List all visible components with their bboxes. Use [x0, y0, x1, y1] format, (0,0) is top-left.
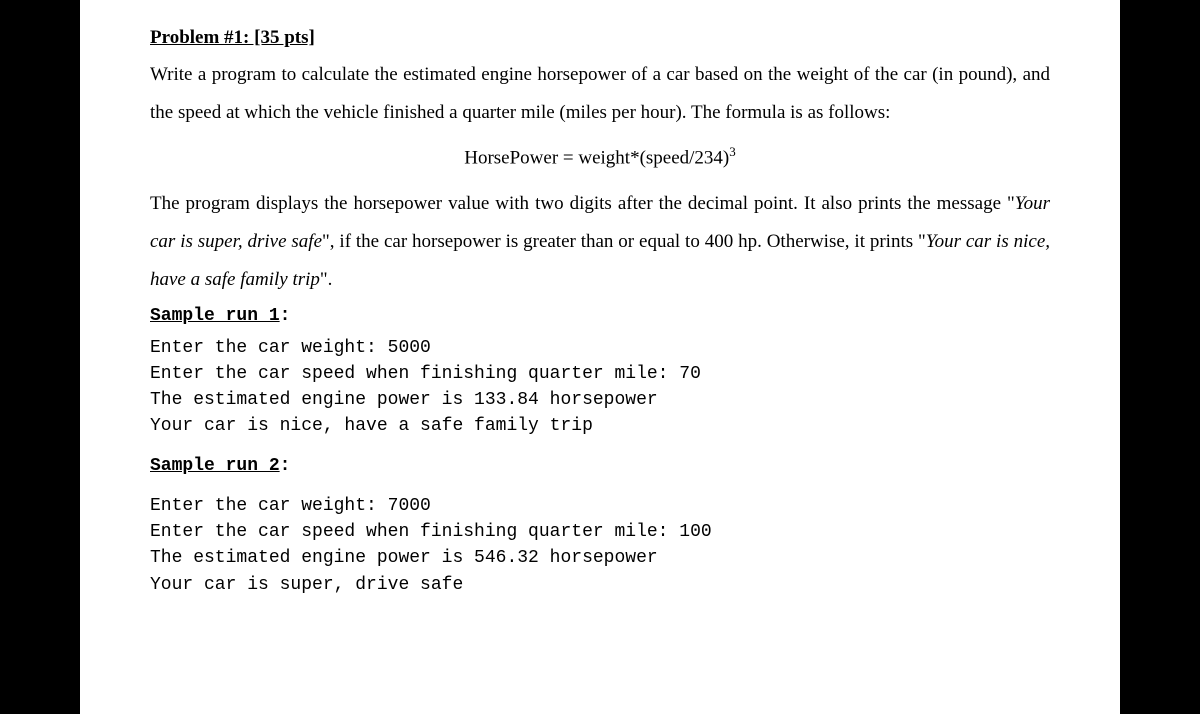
sample-run-2-header: Sample run 2:	[150, 449, 1050, 483]
spacer	[150, 483, 1050, 491]
desc-2c: ".	[320, 269, 333, 290]
sample-2-output: Enter the car weight: 7000 Enter the car…	[150, 493, 1050, 597]
sample-run-1-header: Sample run 1:	[150, 299, 1050, 333]
problem-description-1: Write a program to calculate the estimat…	[150, 56, 1050, 132]
desc-2b: ", if the car horsepower is greater than…	[322, 231, 926, 252]
sample-1-output: Enter the car weight: 5000 Enter the car…	[150, 335, 1050, 439]
formula-text: HorsePower = weight*(speed/234)	[464, 147, 729, 168]
formula: HorsePower = weight*(speed/234)3	[150, 140, 1050, 176]
document-page: Problem #1: [35 pts] Write a program to …	[80, 0, 1120, 714]
sample-2-colon: :	[280, 456, 291, 476]
desc-2a: The program displays the horsepower valu…	[150, 193, 1015, 214]
sample-1-label: Sample run 1	[150, 306, 280, 326]
problem-description-2: The program displays the horsepower valu…	[150, 185, 1050, 299]
sample-2-label: Sample run 2	[150, 456, 280, 476]
problem-title: Problem #1: [35 pts]	[150, 27, 315, 48]
formula-exponent: 3	[729, 144, 736, 159]
sample-1-colon: :	[280, 306, 291, 326]
problem-title-line: Problem #1: [35 pts]	[150, 20, 1050, 56]
